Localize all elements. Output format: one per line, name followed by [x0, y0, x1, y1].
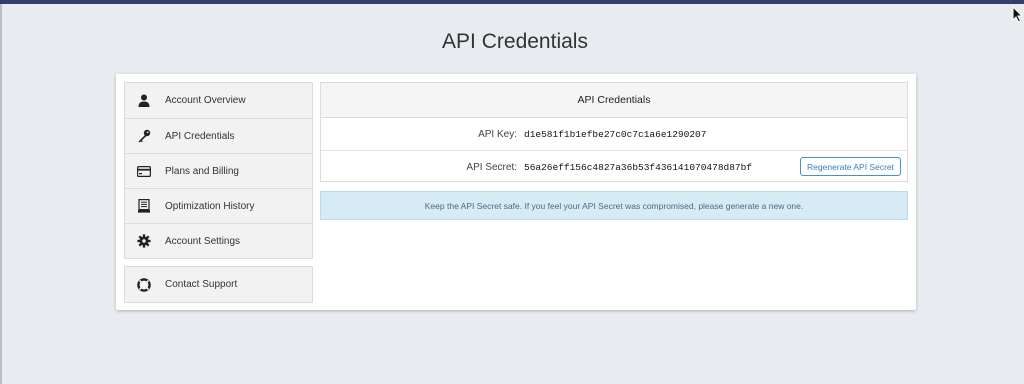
credentials-panel: API Credentials API Key: d1e581f1b1efbe2… — [320, 82, 908, 182]
panel-heading: API Credentials — [321, 83, 907, 118]
lifebuoy-icon — [137, 277, 151, 292]
regenerate-api-secret-button[interactable]: Regenerate API Secret — [800, 157, 901, 176]
api-key-label: API Key: — [478, 128, 517, 140]
sidebar-support-group: Contact Support — [124, 266, 313, 303]
sidebar-item-account-overview[interactable]: Account Overview — [125, 83, 312, 118]
key-icon — [137, 129, 151, 143]
sidebar-item-label: Account Settings — [165, 235, 241, 247]
gear-icon — [137, 234, 151, 248]
api-key-value[interactable]: d1e581f1b1efbe27c0c7c1a6e1290207 — [524, 129, 706, 140]
sidebar-main-group: Account Overview API Credentials Plans a… — [124, 82, 313, 259]
user-icon — [137, 94, 151, 108]
mouse-cursor-icon — [1012, 6, 1024, 23]
sidebar-item-label: Plans and Billing — [165, 165, 239, 177]
api-secret-row: API Secret: 56a26eff156c4827a36b53f43614… — [321, 151, 907, 183]
page-title: API Credentials — [442, 30, 588, 53]
sidebar-item-api-credentials[interactable]: API Credentials — [125, 118, 312, 153]
sidebar-nav: Account Overview API Credentials Plans a… — [124, 82, 313, 303]
security-notice: Keep the API Secret safe. If you feel yo… — [320, 191, 908, 220]
window-left-edge — [0, 4, 2, 384]
sidebar-item-label: Optimization History — [165, 200, 255, 212]
sidebar-item-optimization-history[interactable]: Optimization History — [125, 188, 312, 223]
sidebar-item-label: Account Overview — [165, 95, 246, 106]
history-icon — [137, 199, 151, 213]
sidebar-item-label: Contact Support — [165, 279, 238, 290]
window-top-bar — [0, 0, 1024, 4]
api-secret-label: API Secret: — [466, 161, 517, 173]
sidebar-item-account-settings[interactable]: Account Settings — [125, 223, 312, 258]
sidebar-item-contact-support[interactable]: Contact Support — [125, 267, 312, 302]
credit-card-icon — [137, 164, 151, 178]
sidebar-item-plans-and-billing[interactable]: Plans and Billing — [125, 153, 312, 188]
api-key-row: API Key: d1e581f1b1efbe27c0c7c1a6e129020… — [321, 118, 907, 151]
sidebar-item-label: API Credentials — [165, 130, 235, 142]
api-secret-value[interactable]: 56a26eff156c4827a36b53f436141070478d87bf — [524, 162, 752, 173]
